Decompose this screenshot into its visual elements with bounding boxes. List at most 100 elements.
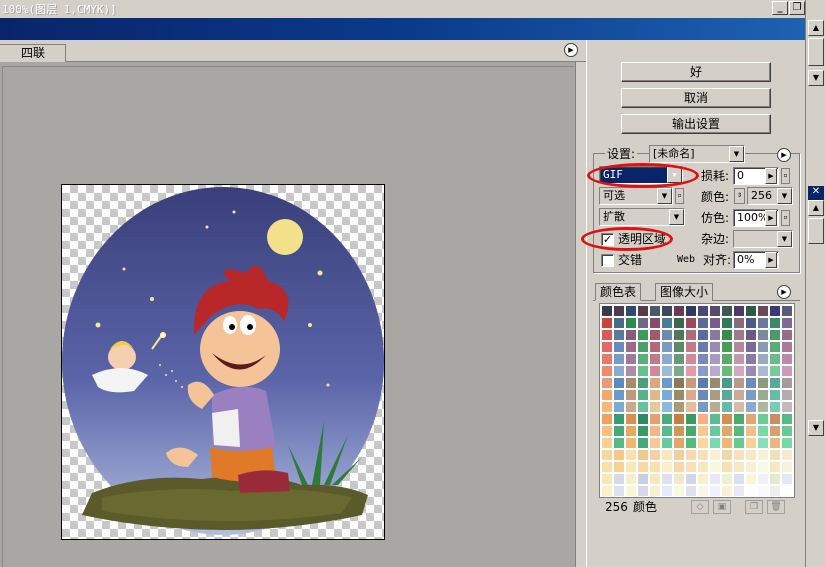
canvas-scrollbar[interactable] xyxy=(575,62,586,567)
color-swatch[interactable] xyxy=(685,377,697,389)
color-swatch[interactable] xyxy=(625,353,637,365)
color-swatch[interactable] xyxy=(697,341,709,353)
cancel-button[interactable]: 取消 xyxy=(621,88,771,108)
color-swatch[interactable] xyxy=(697,449,709,461)
color-swatch[interactable] xyxy=(649,353,661,365)
output-settings-button[interactable]: 输出设置 xyxy=(621,114,771,134)
dither-lock-icon[interactable]: ▫ xyxy=(781,210,790,226)
color-swatch[interactable] xyxy=(661,353,673,365)
color-swatch[interactable] xyxy=(649,365,661,377)
color-swatch[interactable] xyxy=(601,377,613,389)
color-swatch[interactable] xyxy=(637,413,649,425)
color-swatch[interactable] xyxy=(697,473,709,485)
color-swatch[interactable] xyxy=(781,485,793,497)
color-swatch[interactable] xyxy=(613,425,625,437)
color-swatch[interactable] xyxy=(685,329,697,341)
color-swatch[interactable] xyxy=(769,449,781,461)
color-swatch[interactable] xyxy=(781,305,793,317)
color-swatch[interactable] xyxy=(649,401,661,413)
palette-scroll-thumb[interactable] xyxy=(808,218,824,244)
color-swatch[interactable] xyxy=(757,449,769,461)
color-swatch[interactable] xyxy=(769,305,781,317)
color-swatch[interactable] xyxy=(673,425,685,437)
lock-color-icon[interactable]: ▣ xyxy=(713,500,731,514)
color-swatch[interactable] xyxy=(649,317,661,329)
tab-color-table[interactable]: 颜色表 xyxy=(595,283,642,301)
color-swatch[interactable] xyxy=(781,341,793,353)
color-swatch[interactable] xyxy=(601,461,613,473)
color-swatch[interactable] xyxy=(709,485,721,497)
color-swatch[interactable] xyxy=(685,413,697,425)
color-swatch[interactable] xyxy=(685,341,697,353)
color-swatch[interactable] xyxy=(637,425,649,437)
color-swatch[interactable] xyxy=(613,401,625,413)
color-swatch[interactable] xyxy=(613,305,625,317)
color-swatch[interactable] xyxy=(673,377,685,389)
color-swatch[interactable] xyxy=(613,341,625,353)
color-swatch[interactable] xyxy=(757,329,769,341)
color-swatch[interactable] xyxy=(745,377,757,389)
color-swatch[interactable] xyxy=(769,485,781,497)
colors-select[interactable]: 256 ▼ xyxy=(747,187,793,205)
color-swatch[interactable] xyxy=(625,425,637,437)
color-swatch[interactable] xyxy=(673,353,685,365)
color-swatch[interactable] xyxy=(625,377,637,389)
interlaced-checkbox[interactable] xyxy=(601,254,614,267)
color-swatch[interactable] xyxy=(757,425,769,437)
color-swatch[interactable] xyxy=(733,413,745,425)
color-swatch[interactable] xyxy=(601,449,613,461)
color-swatch[interactable] xyxy=(769,365,781,377)
color-swatch[interactable] xyxy=(733,341,745,353)
color-swatch[interactable] xyxy=(721,437,733,449)
color-swatch[interactable] xyxy=(661,305,673,317)
color-swatch[interactable] xyxy=(733,317,745,329)
color-swatch[interactable] xyxy=(625,413,637,425)
color-swatch[interactable] xyxy=(709,317,721,329)
color-swatch[interactable] xyxy=(601,473,613,485)
color-swatch[interactable] xyxy=(625,329,637,341)
color-swatch[interactable] xyxy=(769,389,781,401)
color-swatch[interactable] xyxy=(661,389,673,401)
color-swatch[interactable] xyxy=(661,473,673,485)
color-swatch[interactable] xyxy=(721,305,733,317)
color-swatch[interactable] xyxy=(769,341,781,353)
color-swatch[interactable] xyxy=(721,485,733,497)
color-swatch[interactable] xyxy=(781,461,793,473)
colors-stepper-icon[interactable]: ⇕ xyxy=(734,188,745,204)
color-swatch[interactable] xyxy=(721,317,733,329)
color-swatch[interactable] xyxy=(601,317,613,329)
color-swatch[interactable] xyxy=(745,317,757,329)
color-swatch[interactable] xyxy=(601,437,613,449)
color-swatch[interactable] xyxy=(781,329,793,341)
color-swatch[interactable] xyxy=(661,341,673,353)
color-swatch[interactable] xyxy=(721,401,733,413)
color-swatch[interactable] xyxy=(625,389,637,401)
color-swatch[interactable] xyxy=(709,377,721,389)
color-swatch[interactable] xyxy=(769,353,781,365)
color-swatch[interactable] xyxy=(697,413,709,425)
color-swatch[interactable] xyxy=(769,377,781,389)
color-swatch[interactable] xyxy=(601,329,613,341)
color-swatch[interactable] xyxy=(733,353,745,365)
color-swatch[interactable] xyxy=(649,461,661,473)
color-swatch[interactable] xyxy=(721,449,733,461)
color-swatch[interactable] xyxy=(601,305,613,317)
color-swatch[interactable] xyxy=(697,485,709,497)
color-swatch[interactable] xyxy=(637,353,649,365)
color-swatch[interactable] xyxy=(649,449,661,461)
color-swatch[interactable] xyxy=(613,377,625,389)
color-swatch[interactable] xyxy=(721,365,733,377)
ok-button[interactable]: 好 xyxy=(621,62,771,82)
color-swatch[interactable] xyxy=(661,365,673,377)
color-swatch[interactable] xyxy=(769,329,781,341)
color-swatch[interactable] xyxy=(769,401,781,413)
scroll-thumb[interactable] xyxy=(808,38,824,66)
new-color-icon[interactable]: ❒ xyxy=(745,500,763,514)
color-swatch[interactable] xyxy=(745,461,757,473)
color-swatch[interactable] xyxy=(673,401,685,413)
restore-icon[interactable]: ❐ xyxy=(789,1,805,15)
palette-scroll-up-icon[interactable]: ▲ xyxy=(808,200,824,216)
color-swatch[interactable] xyxy=(745,437,757,449)
color-swatch[interactable] xyxy=(613,485,625,497)
color-swatch[interactable] xyxy=(721,329,733,341)
